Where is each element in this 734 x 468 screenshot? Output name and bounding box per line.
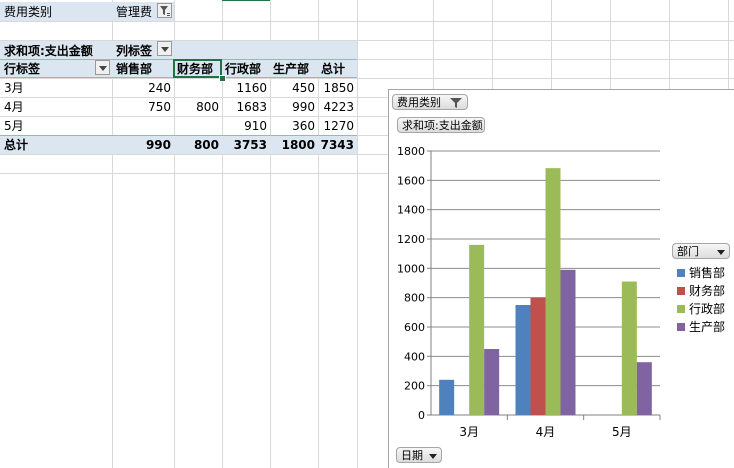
bar xyxy=(560,269,576,415)
row-label[interactable]: 4月 xyxy=(4,98,112,116)
legend-label: 生产部 xyxy=(689,320,726,334)
pivot-filter-value[interactable]: 管理费 xyxy=(116,3,162,21)
selection-edge xyxy=(222,0,270,1)
filter-funnel-icon xyxy=(160,6,170,16)
pivot-row-label: 行标签 xyxy=(4,62,41,76)
y-tick-label: 400 xyxy=(404,350,425,363)
chevron-down-icon xyxy=(717,250,725,255)
chart-plot: 0 200 400 600 800 1000 1200 1400 1600 1800 3月 4月 5月 xyxy=(397,145,661,439)
data-cell[interactable]: 450 xyxy=(270,79,318,97)
data-cell[interactable]: 1850 xyxy=(318,79,357,97)
data-cell[interactable] xyxy=(112,117,174,135)
row-label[interactable]: 5月 xyxy=(4,117,112,135)
data-cell[interactable] xyxy=(174,79,222,97)
data-cell[interactable]: 4223 xyxy=(318,98,357,116)
x-tick-label: 4月 xyxy=(536,425,556,439)
row-label-filter-button[interactable] xyxy=(95,60,110,75)
legend-swatch xyxy=(677,305,685,313)
y-tick-label: 0 xyxy=(418,409,425,422)
data-cell[interactable]: 910 xyxy=(222,117,270,135)
data-cell[interactable]: 1270 xyxy=(318,117,357,135)
legend-label: 财务部 xyxy=(689,284,726,298)
chart-values-field-button[interactable]: 求和项:支出金额 xyxy=(397,117,485,133)
col-label-filter-button[interactable] xyxy=(157,41,172,56)
legend-swatch xyxy=(677,287,685,295)
data-cell[interactable]: 1160 xyxy=(222,79,270,97)
data-cell[interactable]: 800 xyxy=(174,98,222,116)
col-header[interactable]: 总计 xyxy=(321,60,357,78)
x-tick-label: 5月 xyxy=(612,425,632,439)
axis-field-label: 日期 xyxy=(401,449,423,462)
col-divider xyxy=(357,0,358,468)
col-header[interactable]: 生产部 xyxy=(273,60,318,78)
data-cell[interactable]: 1683 xyxy=(222,98,270,116)
data-cell[interactable]: 990 xyxy=(270,98,318,116)
bar xyxy=(636,362,652,415)
pivot-col-label: 列标签 xyxy=(116,44,153,58)
total-cell[interactable]: 3753 xyxy=(222,136,270,154)
total-cell[interactable]: 7343 xyxy=(318,136,357,154)
total-cell[interactable]: 990 xyxy=(112,136,174,154)
pivot-filter-label: 费用类别 xyxy=(4,5,53,19)
col-header[interactable]: 销售部 xyxy=(116,60,174,78)
legend-field-label: 部门 xyxy=(677,245,699,258)
bar xyxy=(484,349,500,415)
axis-field-button[interactable]: 日期 xyxy=(396,447,442,463)
y-tick-label: 1000 xyxy=(397,262,425,275)
bar xyxy=(439,379,455,415)
chevron-down-icon xyxy=(161,47,169,52)
y-tick-label: 200 xyxy=(404,380,425,393)
legend-swatch xyxy=(677,269,685,277)
y-tick-label: 1800 xyxy=(397,145,425,158)
data-cell[interactable]: 240 xyxy=(112,79,174,97)
y-tick-label: 1600 xyxy=(397,174,425,187)
selected-cell[interactable] xyxy=(173,59,222,78)
col-header[interactable]: 行政部 xyxy=(225,60,270,78)
row-label[interactable]: 3月 xyxy=(4,79,112,97)
bar xyxy=(621,281,637,415)
y-tick-label: 600 xyxy=(404,321,425,334)
x-tick-label: 3月 xyxy=(459,425,479,439)
total-cell[interactable]: 1800 xyxy=(270,136,318,154)
bar xyxy=(545,168,561,415)
legend-label: 销售部 xyxy=(689,266,726,280)
bar xyxy=(530,297,546,415)
pivot-page-filter-button[interactable] xyxy=(157,3,172,18)
bar xyxy=(515,305,531,415)
chart-filter-field-label: 费用类别 xyxy=(397,96,441,109)
chevron-down-icon xyxy=(429,454,437,459)
total-cell[interactable]: 800 xyxy=(174,136,222,154)
data-cell[interactable]: 750 xyxy=(112,98,174,116)
row-divider xyxy=(0,21,734,22)
bar xyxy=(469,244,485,415)
total-label[interactable]: 总计 xyxy=(4,136,112,154)
pivot-values-label: 求和项:支出金额 xyxy=(4,44,93,58)
y-tick-label: 1200 xyxy=(397,233,425,246)
chart-filter-field-button[interactable]: 费用类别 xyxy=(392,94,468,110)
legend-field-button[interactable]: 部门 xyxy=(672,243,730,259)
filter-funnel-icon xyxy=(450,98,462,108)
chevron-down-icon xyxy=(99,66,107,71)
legend-swatch xyxy=(677,323,685,331)
y-tick-label: 800 xyxy=(404,292,425,305)
data-cell[interactable]: 360 xyxy=(270,117,318,135)
y-tick-label: 1400 xyxy=(397,204,425,217)
data-cell[interactable] xyxy=(174,117,222,135)
legend-label: 行政部 xyxy=(689,302,726,316)
